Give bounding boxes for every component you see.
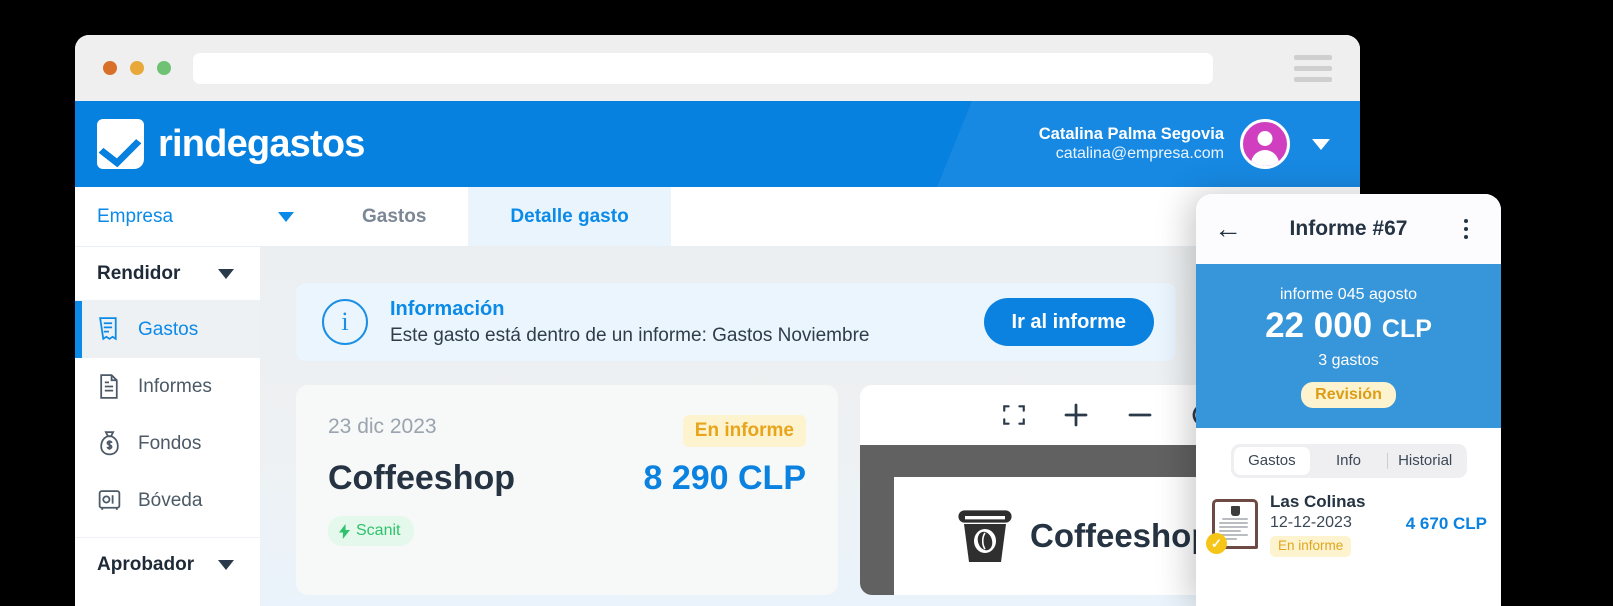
safe-vault-icon [98, 490, 121, 510]
receipt-thumbnail-icon: ✓ [1206, 499, 1258, 555]
company-selector[interactable]: Empresa [75, 187, 320, 246]
sidebar-item-gastos[interactable]: Gastos [75, 301, 260, 358]
expense-merchant: Coffeeshop [328, 459, 515, 497]
arrow-left-icon[interactable]: ← [1214, 215, 1248, 243]
sidebar-group-label: Rendidor [97, 262, 181, 284]
scanit-label: Scanit [356, 522, 401, 539]
chevron-down-icon[interactable] [278, 211, 294, 222]
brand-name: rindegastos [158, 122, 365, 165]
zoom-out-icon[interactable] [1125, 400, 1155, 430]
app-body: Rendidor Gastos Informes Fondos Bóveda A… [75, 247, 1360, 606]
user-menu[interactable]: Catalina Palma Segovia catalina@empresa.… [1039, 119, 1330, 169]
more-vertical-icon[interactable] [1449, 219, 1483, 239]
report-total: 22 000 CLP [1196, 306, 1501, 346]
expense-summary-card[interactable]: 23 dic 2023 En informe Coffeeshop 8 290 … [296, 385, 838, 595]
coffee-cup-icon [958, 510, 1012, 562]
zoom-window-button[interactable] [157, 61, 171, 75]
sidebar-group-rendidor[interactable]: Rendidor [75, 247, 260, 301]
check-circle-icon: ✓ [1206, 533, 1227, 555]
info-text: Información Este gasto está dentro de un… [390, 296, 869, 349]
sidebar-item-label: Bóveda [138, 489, 203, 511]
tab-detalle-gasto[interactable]: Detalle gasto [468, 187, 671, 246]
user-meta: Catalina Palma Segovia catalina@empresa.… [1039, 124, 1224, 165]
sidebar-group-aprobador[interactable]: Aprobador [75, 537, 260, 591]
sidebar-item-label: Informes [138, 375, 212, 397]
close-window-button[interactable] [103, 61, 117, 75]
mobile-tab-gastos[interactable]: Gastos [1233, 447, 1311, 475]
user-avatar-icon[interactable] [1240, 119, 1290, 169]
mobile-title: Informe #67 [1289, 217, 1408, 240]
browser-window: rindegastos Catalina Palma Segovia catal… [75, 35, 1360, 606]
expense-card-top: 23 dic 2023 En informe [328, 415, 806, 447]
browser-chrome-bar [75, 35, 1360, 101]
info-message: Este gasto está dentro de un informe: Ga… [390, 324, 870, 346]
sidebar: Rendidor Gastos Informes Fondos Bóveda A… [75, 247, 260, 606]
sidebar-group-label: Aprobador [97, 553, 195, 575]
list-item[interactable]: ✓ Las Colinas 12-12-2023 En informe 4 67… [1196, 478, 1501, 557]
tab-gastos[interactable]: Gastos [320, 187, 468, 246]
money-bag-icon [100, 431, 119, 456]
list-item-body: Las Colinas 12-12-2023 En informe [1270, 492, 1394, 557]
document-icon [100, 374, 118, 399]
mobile-tabs: Gastos Info Historial [1230, 444, 1467, 478]
company-label: Empresa [97, 205, 174, 227]
info-circle-icon: i [322, 299, 368, 345]
minimize-window-button[interactable] [130, 61, 144, 75]
report-status-badge: Revisión [1301, 382, 1396, 408]
content-area: i Información Este gasto está dentro de … [260, 247, 1360, 606]
info-title: Información [390, 297, 505, 320]
user-name: Catalina Palma Segovia [1038, 124, 1224, 143]
mobile-header: ← Informe #67 [1196, 194, 1501, 264]
user-email: catalina@empresa.com [1055, 145, 1224, 163]
list-item-amount: 4 670 CLP [1405, 514, 1487, 534]
app-header: rindegastos Catalina Palma Segovia catal… [75, 101, 1360, 187]
list-item-date: 12-12-2023 [1270, 513, 1352, 531]
receipt-brand-name: Coffeeshop [1030, 517, 1212, 554]
receipt-icon [99, 317, 117, 341]
rindegastos-check-logo [97, 119, 144, 169]
info-banner: i Información Este gasto está dentro de … [296, 283, 1176, 361]
hamburger-icon[interactable] [1294, 54, 1332, 82]
brand[interactable]: rindegastos [97, 119, 365, 169]
expense-card-mid: Coffeeshop 8 290 CLP [328, 459, 806, 498]
traffic-lights [103, 61, 171, 75]
ir-al-informe-button[interactable]: Ir al informe [983, 298, 1154, 346]
report-currency: CLP [1381, 315, 1432, 343]
status-badge: En informe [682, 415, 806, 447]
expense-date: 23 dic 2023 [328, 415, 437, 438]
sidebar-item-label: Fondos [138, 432, 202, 454]
mobile-panel: ← Informe #67 informe 045 agosto 22 000 … [1196, 194, 1501, 606]
report-name: informe 045 agosto [1280, 286, 1417, 303]
expense-amount: 8 290 CLP [643, 459, 806, 497]
sidebar-item-label: Gastos [138, 318, 199, 340]
mobile-tab-historial[interactable]: Historial [1386, 447, 1464, 475]
nav-row: Empresa Gastos Detalle gasto [75, 187, 1360, 247]
chevron-down-icon[interactable] [1312, 138, 1330, 150]
zoom-in-icon[interactable] [1061, 400, 1091, 430]
sidebar-item-fondos[interactable]: Fondos [75, 415, 260, 472]
fullscreen-icon[interactable] [1001, 402, 1027, 428]
scanit-badge: Scanit [328, 516, 415, 546]
lightning-bolt-icon [339, 523, 350, 539]
mobile-report-hero: informe 045 agosto 22 000 CLP 3 gastos R… [1196, 264, 1501, 428]
address-bar[interactable] [193, 52, 1213, 84]
chevron-down-icon[interactable] [218, 559, 234, 570]
sidebar-item-informes[interactable]: Informes [75, 358, 260, 415]
mobile-tab-info[interactable]: Info [1310, 447, 1387, 475]
report-expense-count: 3 gastos [1318, 352, 1379, 369]
chevron-down-icon[interactable] [218, 268, 234, 279]
list-item-title: Las Colinas [1270, 492, 1366, 511]
list-item-status-badge: En informe [1270, 536, 1352, 557]
sidebar-item-boveda[interactable]: Bóveda [75, 472, 260, 529]
report-total-value: 22 000 [1265, 306, 1373, 345]
